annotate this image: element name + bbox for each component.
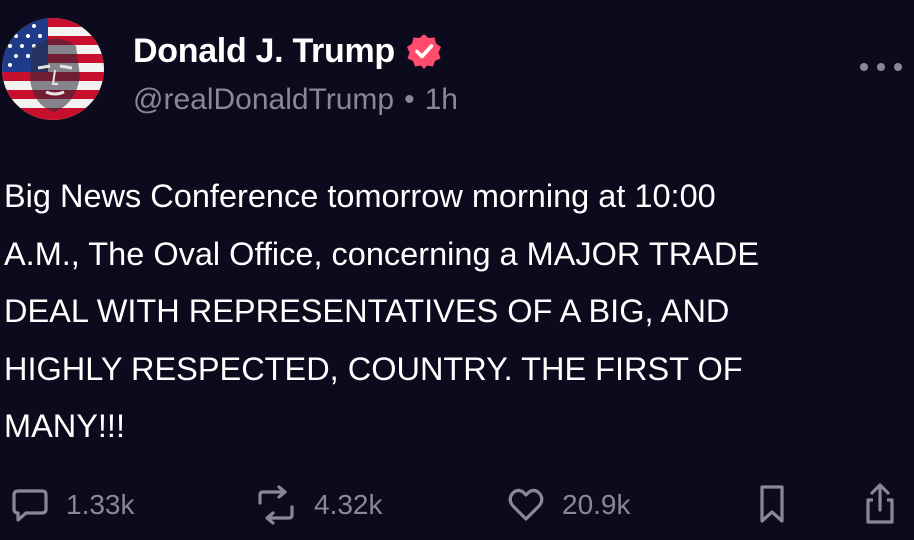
more-horizontal-icon (860, 63, 868, 71)
bookmark-button[interactable] (752, 478, 792, 532)
avatar[interactable] (2, 18, 104, 120)
verified-badge-icon (405, 32, 443, 70)
meta-separator: • (404, 83, 415, 116)
like-button[interactable]: 20.9k (506, 478, 631, 532)
retruth-button[interactable]: 4.32k (254, 478, 383, 532)
heart-icon (508, 488, 544, 521)
more-horizontal-icon-dot (894, 63, 902, 71)
author-meta-row: @realDonaldTrump • 1h (133, 80, 458, 120)
reply-button[interactable]: 1.33k (10, 478, 135, 532)
bookmark-icon (760, 485, 784, 523)
retruth-count: 4.32k (314, 489, 383, 520)
avatar-image (2, 18, 104, 120)
reply-bubble-icon (12, 489, 48, 522)
author-handle[interactable]: @realDonaldTrump (133, 83, 394, 117)
post-body-text: Big News Conference tomorrow morning at … (4, 178, 759, 444)
share-icon (866, 483, 894, 524)
post-timestamp[interactable]: 1h (425, 83, 458, 117)
repost-arrows-icon (258, 485, 294, 525)
author-name-row: Donald J. Trump (133, 28, 443, 74)
more-horizontal-icon-dot (877, 63, 885, 71)
author-display-name[interactable]: Donald J. Trump (133, 32, 395, 71)
post-action-bar: 1.33k 4.32k 20.9k (0, 478, 914, 532)
reply-count: 1.33k (66, 489, 135, 520)
share-button[interactable] (860, 478, 900, 532)
like-count: 20.9k (562, 489, 631, 520)
post-card: Donald J. Trump @realDonaldTrump • 1h Bi… (0, 0, 914, 540)
more-options-button[interactable] (860, 55, 902, 79)
